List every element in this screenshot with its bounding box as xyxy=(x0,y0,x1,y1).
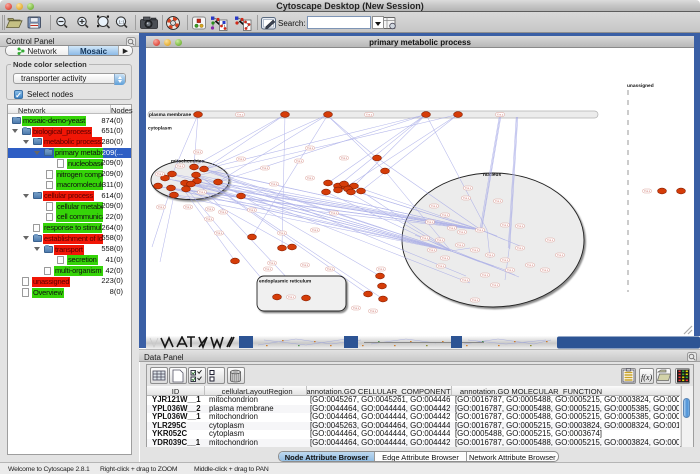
svg-text:Yxx.c: Yxx.c xyxy=(206,217,213,221)
svg-text:Yxx.c: Yxx.c xyxy=(249,208,256,212)
svg-text:Yxx.c: Yxx.c xyxy=(437,238,444,242)
svg-text:Yxx.c: Yxx.c xyxy=(279,231,286,235)
svg-text:Yxx.c: Yxx.c xyxy=(195,150,202,154)
svg-text:Yxx.c: Yxx.c xyxy=(271,182,278,186)
svg-text:Yxx.c: Yxx.c xyxy=(207,207,214,211)
svg-text:Yxx.c: Yxx.c xyxy=(472,248,479,252)
svg-text:f(x): f(x) xyxy=(641,373,652,382)
svg-text:Yxx.c: Yxx.c xyxy=(507,268,514,272)
svg-text:Yxx.c: Yxx.c xyxy=(237,113,244,117)
svg-text:Yxx.c: Yxx.c xyxy=(288,295,295,299)
svg-text:Yxx.c: Yxx.c xyxy=(353,306,360,310)
svg-text:Yxx.c: Yxx.c xyxy=(370,309,377,313)
svg-text:Yxx.c: Yxx.c xyxy=(547,238,554,242)
svg-text:Yxx.c: Yxx.c xyxy=(542,268,549,272)
svg-text:Yxx.c: Yxx.c xyxy=(312,228,319,232)
svg-text:Yxx.c: Yxx.c xyxy=(527,263,534,267)
svg-text:Yxx.c: Yxx.c xyxy=(497,113,504,117)
svg-text:Yxx.c: Yxx.c xyxy=(438,264,445,268)
svg-text:Yxx.c: Yxx.c xyxy=(459,230,466,234)
svg-text:Yxx.c: Yxx.c xyxy=(463,196,470,200)
svg-text:Yxx.c: Yxx.c xyxy=(431,204,438,208)
svg-text:Yxx.c: Yxx.c xyxy=(296,159,303,163)
svg-text:Yxx.c: Yxx.c xyxy=(517,246,524,250)
svg-text:Yxx.c: Yxx.c xyxy=(265,267,272,271)
svg-text:Yxx.c: Yxx.c xyxy=(216,231,223,235)
svg-text:Yxx.c: Yxx.c xyxy=(449,226,456,230)
svg-text:Yxx.c: Yxx.c xyxy=(220,210,227,214)
svg-text:Yxx.c: Yxx.c xyxy=(341,156,348,160)
svg-text:Yxx.c: Yxx.c xyxy=(366,113,373,117)
svg-text:Yxx.c: Yxx.c xyxy=(327,267,334,271)
svg-text:Yxx.c: Yxx.c xyxy=(502,223,509,227)
svg-text:Yxx.c: Yxx.c xyxy=(331,211,338,215)
svg-text:Yxx.c: Yxx.c xyxy=(492,283,499,287)
svg-text:Yxx.c: Yxx.c xyxy=(462,278,469,282)
svg-text:Yxx.c: Yxx.c xyxy=(472,298,479,302)
svg-text:Yxx.c: Yxx.c xyxy=(157,172,164,176)
svg-text:Yxx.c: Yxx.c xyxy=(177,164,184,168)
svg-text:nucleus: nucleus xyxy=(483,172,501,178)
svg-text:Yxx.c: Yxx.c xyxy=(644,189,651,193)
svg-text:Yxx.c: Yxx.c xyxy=(185,205,192,209)
svg-text:mitochondrion: mitochondrion xyxy=(171,159,205,165)
svg-text:unassigned: unassigned xyxy=(627,83,654,89)
svg-text:Yxx.c: Yxx.c xyxy=(262,166,269,170)
svg-text:Yxx.c: Yxx.c xyxy=(442,256,449,260)
svg-text:Yxx.c: Yxx.c xyxy=(442,213,449,217)
svg-text:plasma membrane: plasma membrane xyxy=(149,112,191,118)
svg-text:Yxx.c: Yxx.c xyxy=(422,236,429,240)
svg-text:Yxx.c: Yxx.c xyxy=(482,273,489,277)
svg-text:Yxx.c: Yxx.c xyxy=(269,261,276,265)
svg-text:Yxx.c: Yxx.c xyxy=(557,253,564,257)
svg-text:Yxx.c: Yxx.c xyxy=(429,248,436,252)
svg-text:Yxx.c: Yxx.c xyxy=(457,243,464,247)
svg-text:Yxx.c: Yxx.c xyxy=(465,186,472,190)
svg-text:Yxx.c: Yxx.c xyxy=(502,258,509,262)
svg-text:Yxx.c: Yxx.c xyxy=(477,228,484,232)
svg-text:Yxx.c: Yxx.c xyxy=(517,224,524,228)
svg-text:Yxx.c: Yxx.c xyxy=(199,190,206,194)
svg-text:Yxx.c: Yxx.c xyxy=(238,157,245,161)
svg-text:Yxx.c: Yxx.c xyxy=(307,176,314,180)
svg-text:Yxx.c: Yxx.c xyxy=(158,205,165,209)
svg-text:1:1: 1:1 xyxy=(119,20,126,25)
svg-text:Yxx.c: Yxx.c xyxy=(378,267,385,271)
svg-text:Yxx.c: Yxx.c xyxy=(487,253,494,257)
svg-text:Yxx.c: Yxx.c xyxy=(302,263,309,267)
svg-text:endoplasmic reticulum: endoplasmic reticulum xyxy=(259,279,311,285)
svg-text:cytoplasm: cytoplasm xyxy=(148,126,172,132)
svg-text:Yxx.c: Yxx.c xyxy=(307,146,314,150)
svg-text:Yxx.c: Yxx.c xyxy=(495,199,502,203)
svg-text:Yxx.c: Yxx.c xyxy=(427,220,434,224)
